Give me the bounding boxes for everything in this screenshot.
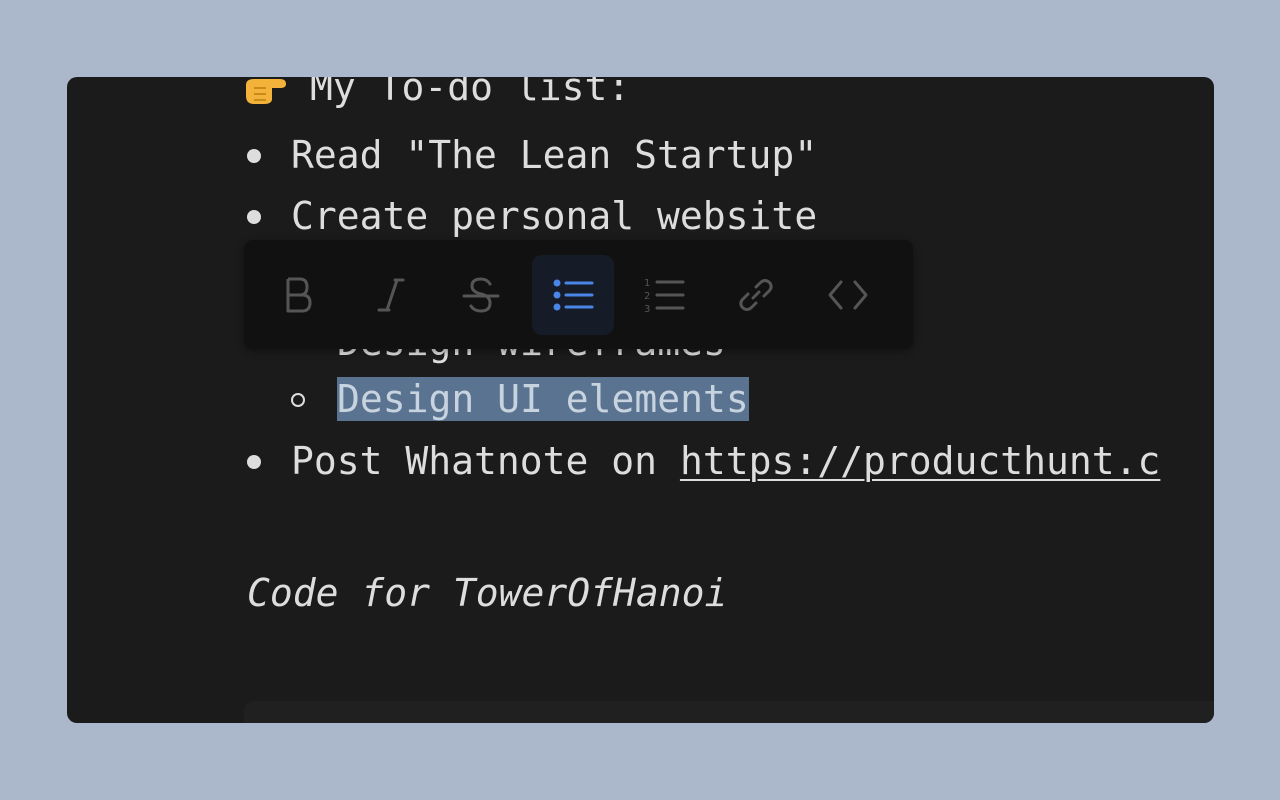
svg-text:3: 3 xyxy=(644,304,650,314)
numbered-list-button[interactable]: 1 2 3 xyxy=(623,255,705,335)
bullet-list-button[interactable] xyxy=(532,255,614,335)
strikethrough-button[interactable] xyxy=(440,255,522,335)
link-icon xyxy=(739,279,773,311)
code-button[interactable] xyxy=(807,255,889,335)
sub-bullet-marker xyxy=(291,393,305,407)
italic-icon xyxy=(377,278,405,312)
bullet-list-icon xyxy=(553,279,594,311)
formatting-toolbar: 1 2 3 xyxy=(244,240,913,349)
editor-window: My To-do list: Read "The Lean Startup" C… xyxy=(67,77,1214,723)
bullet-marker xyxy=(247,149,261,163)
code-block[interactable] xyxy=(244,701,1214,723)
link-button[interactable] xyxy=(715,255,797,335)
list-subitem-selected[interactable]: Design UI elements xyxy=(337,369,749,430)
bullet-marker xyxy=(247,210,261,224)
italic-button[interactable] xyxy=(349,255,431,335)
numbered-list-icon: 1 2 3 xyxy=(644,278,685,314)
list-item: Post Whatnote on https://producthunt.c xyxy=(291,439,1161,483)
selected-text[interactable]: Design UI elements xyxy=(337,377,749,421)
list-item: Create personal website xyxy=(291,194,818,238)
bold-icon xyxy=(286,277,312,313)
svg-text:2: 2 xyxy=(644,291,650,302)
bold-button[interactable] xyxy=(258,255,340,335)
svg-text:1: 1 xyxy=(644,278,650,289)
code-title: Code for TowerOfHanoi xyxy=(247,571,728,615)
pointing-hand-emoji-icon xyxy=(246,78,286,104)
heading-text: My To-do list: xyxy=(310,77,631,109)
note-editor[interactable]: My To-do list: Read "The Lean Startup" C… xyxy=(67,77,1214,723)
heading-line: My To-do list: xyxy=(244,77,630,118)
list-item: Read "The Lean Startup" xyxy=(291,133,818,177)
producthunt-link[interactable]: https://producthunt.c xyxy=(680,439,1160,483)
strikethrough-icon xyxy=(462,277,500,313)
bullet-marker xyxy=(247,455,261,469)
code-icon xyxy=(828,280,868,310)
